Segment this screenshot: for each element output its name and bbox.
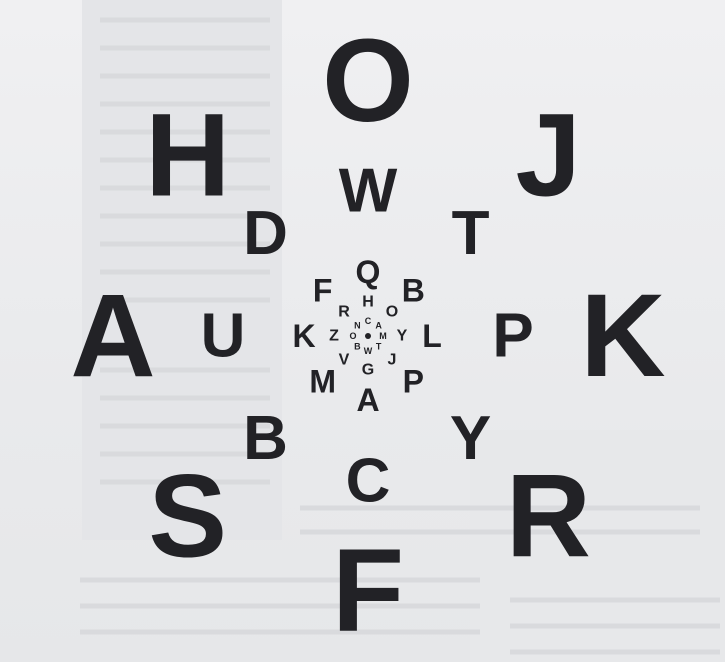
ring-1-letter-j: J <box>515 90 581 222</box>
ring-3-letter-b: B <box>402 273 425 309</box>
ring-2-letter-u: U <box>201 302 246 371</box>
ring-5-letter-o: O <box>349 331 356 341</box>
ring-3-letter-m: M <box>309 363 336 399</box>
ring-2-letter-c: C <box>346 447 391 516</box>
ring-1-letter-o: O <box>322 15 414 147</box>
ring-5-letter-n: N <box>354 320 361 330</box>
ring-1-letter-k: K <box>580 270 665 402</box>
ring-5-letter-a: A <box>375 320 382 330</box>
ring-2-letter-d: D <box>243 199 288 268</box>
ring-4-letter-j: J <box>388 352 397 369</box>
ring-2-letter-p: P <box>492 302 533 371</box>
ring-4-letter-z: Z <box>329 328 339 345</box>
ring-3-letter-k: K <box>292 318 315 354</box>
ring-5-letter-w: W <box>364 346 373 356</box>
ring-3-letter-q: Q <box>356 254 381 290</box>
acuity-chart: OJKRFSAH WTPYCBUDQBLPAMKF HOYJGVZRC AMTWBON <box>70 15 665 657</box>
ring-2-letter-w: W <box>339 157 398 226</box>
ring-1-letter-f: F <box>332 525 404 657</box>
ring-4-letter-y: Y <box>397 328 408 345</box>
ring-1-letter-r: R <box>506 450 591 582</box>
scanned-page: OJKRFSAHWTPYCBUDQBLPAMKFHOYJGVZRCAMTWBON <box>0 0 725 662</box>
ring-1-letter-h: H <box>145 90 230 222</box>
ring-4-letter-h: H <box>362 294 374 311</box>
ring-1-letter-a: A <box>70 270 155 402</box>
ring-5-letter-t: T <box>376 342 382 352</box>
ring-2-letter-t: T <box>452 199 490 268</box>
ring-4-letter-r: R <box>338 304 350 321</box>
ring-1-letter-s: S <box>148 450 227 582</box>
ring-2-letter-b: B <box>243 404 288 473</box>
ring-3-letter-l: L <box>422 318 442 354</box>
ring-5-letter-c: C <box>365 316 372 326</box>
ring-4-letter-g: G <box>362 362 374 379</box>
ring-2-letter-y: Y <box>450 404 491 473</box>
ring-5-letter-b: B <box>354 342 361 352</box>
ring-4-letter-v: V <box>339 352 350 369</box>
ring-5-letter-m: M <box>379 331 387 341</box>
ring-3-letter-a: A <box>356 382 379 418</box>
ring-3-letter-f: F <box>313 273 333 309</box>
ring-3-letter-p: P <box>403 363 424 399</box>
center-fixation-dot <box>365 333 371 339</box>
ring-4-letter-o: O <box>386 304 398 321</box>
